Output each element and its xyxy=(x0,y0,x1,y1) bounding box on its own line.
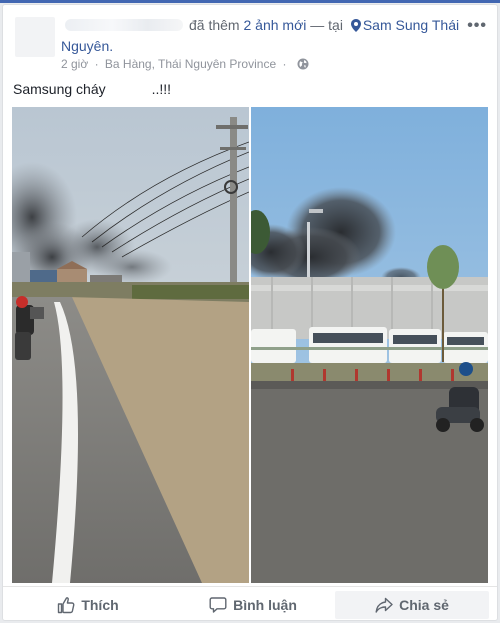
meta-separator: · xyxy=(282,57,287,71)
photo-road-smoke-image xyxy=(12,107,249,583)
comment-button[interactable]: Bình luận xyxy=(173,591,333,619)
ellipsis-icon[interactable]: ••• xyxy=(467,17,487,35)
post-header: đã thêm 2 ảnh mới — tại Sam Sung Thái Ng… xyxy=(3,5,497,75)
post-card: đã thêm 2 ảnh mới — tại Sam Sung Thái Ng… xyxy=(2,4,498,621)
headline-action: đã thêm xyxy=(189,17,240,33)
post-actions: Thích Bình luận Chia sẻ xyxy=(3,586,497,620)
like-button[interactable]: Thích xyxy=(13,591,163,619)
post-message-end: ..!!! xyxy=(151,81,172,97)
post-meta: 2 giờ · Ba Hàng, Thái Nguyên Province · xyxy=(61,57,309,71)
post-message-start: Samsung cháy xyxy=(13,81,106,97)
avatar[interactable] xyxy=(15,17,55,57)
comment-icon xyxy=(209,597,227,613)
top-border xyxy=(0,0,500,3)
share-label: Chia sẻ xyxy=(399,597,449,613)
like-label: Thích xyxy=(81,597,119,613)
post-headline: đã thêm 2 ảnh mới — tại Sam Sung Thái xyxy=(189,17,459,33)
photo-count-link[interactable]: 2 ảnh mới xyxy=(243,17,306,33)
share-button[interactable]: Chia sẻ xyxy=(335,591,489,619)
globe-icon[interactable] xyxy=(297,58,309,70)
timestamp[interactable]: 2 giờ xyxy=(61,57,88,71)
meta-separator: · xyxy=(94,57,99,71)
photo-factory-smoke-image xyxy=(251,107,488,583)
photo-factory-smoke[interactable] xyxy=(251,107,488,583)
thumbs-up-icon xyxy=(58,597,75,614)
comment-label: Bình luận xyxy=(233,597,297,613)
author-name-blurred[interactable] xyxy=(65,19,183,31)
location-link[interactable]: Ba Hàng, Thái Nguyên Province xyxy=(105,57,276,71)
photo-road-smoke[interactable] xyxy=(12,107,249,583)
headline-at: — tại xyxy=(310,17,343,33)
place-link-continued[interactable]: Nguyên. xyxy=(61,38,113,54)
location-pin-icon xyxy=(350,19,361,32)
post-message: Samsung cháy..!!! xyxy=(13,81,171,97)
place-link[interactable]: Sam Sung Thái xyxy=(363,17,459,33)
share-arrow-icon xyxy=(375,597,393,613)
